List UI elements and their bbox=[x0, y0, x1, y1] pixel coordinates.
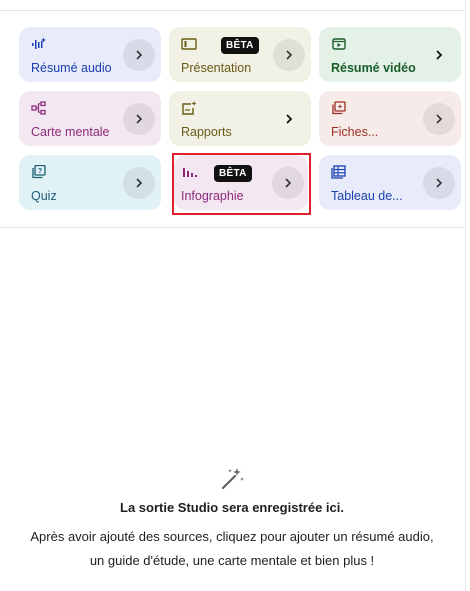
tile-label: Carte mentale bbox=[31, 125, 110, 139]
audio-waveform-icon bbox=[32, 37, 46, 49]
empty-state-line: Après avoir ajouté des sources, cliquez … bbox=[30, 529, 434, 544]
tile-data-table[interactable]: Tableau de... bbox=[319, 155, 461, 210]
tile-flashcards[interactable]: Fiches... bbox=[319, 91, 461, 146]
tile-infographic[interactable]: BÊTA Infographie bbox=[174, 155, 308, 210]
beta-badge: BÊTA bbox=[214, 165, 252, 182]
empty-state-line: un guide d'étude, une carte mentale et b… bbox=[89, 553, 375, 568]
chevron-right-icon[interactable] bbox=[273, 103, 305, 135]
quiz-icon: ? bbox=[32, 165, 46, 179]
tile-label: Infographie bbox=[181, 189, 244, 203]
mind-map-icon bbox=[31, 101, 46, 115]
tile-video-overview[interactable]: Résumé vidéo bbox=[319, 27, 461, 82]
table-icon bbox=[331, 165, 346, 179]
tile-label: Présentation bbox=[181, 61, 252, 75]
flashcards-icon bbox=[332, 101, 346, 115]
chevron-right-icon[interactable] bbox=[273, 39, 305, 71]
infographic-icon bbox=[183, 168, 197, 177]
chevron-right-icon[interactable] bbox=[423, 39, 455, 71]
tile-label: Quiz bbox=[31, 189, 57, 203]
empty-state-title: La sortie Studio sera enregistrée ici. bbox=[120, 500, 344, 515]
chevron-right-icon[interactable] bbox=[423, 167, 455, 199]
chevron-right-icon[interactable] bbox=[423, 103, 455, 135]
grid-divider bbox=[0, 227, 464, 228]
empty-state: La sortie Studio sera enregistrée ici. A… bbox=[0, 466, 464, 573]
tile-audio-overview[interactable]: Résumé audio bbox=[19, 27, 161, 82]
empty-state-description: Après avoir ajouté des sources, cliquez … bbox=[0, 525, 464, 573]
chevron-right-icon[interactable] bbox=[123, 103, 155, 135]
chevron-right-icon[interactable] bbox=[123, 39, 155, 71]
beta-badge: BÊTA bbox=[221, 37, 259, 54]
top-divider bbox=[0, 10, 464, 11]
tile-label: Rapports bbox=[181, 125, 232, 139]
tile-label: Fiches... bbox=[331, 125, 379, 139]
slides-icon bbox=[181, 38, 197, 50]
tile-label: Résumé vidéo bbox=[331, 61, 416, 75]
chevron-right-icon[interactable] bbox=[272, 167, 304, 199]
tile-mind-map[interactable]: Carte mentale bbox=[19, 91, 161, 146]
magic-wand-icon bbox=[221, 468, 244, 490]
svg-text:?: ? bbox=[38, 168, 42, 175]
tile-quiz[interactable]: ? Quiz bbox=[19, 155, 161, 210]
panel-edge bbox=[465, 0, 466, 591]
tile-reports[interactable]: Rapports bbox=[169, 91, 311, 146]
tile-label: Résumé audio bbox=[31, 61, 112, 75]
reports-icon bbox=[182, 101, 197, 115]
chevron-right-icon[interactable] bbox=[123, 167, 155, 199]
tile-presentation[interactable]: BÊTA Présentation bbox=[169, 27, 311, 82]
video-icon bbox=[332, 38, 346, 50]
tile-label: Tableau de... bbox=[331, 189, 403, 203]
